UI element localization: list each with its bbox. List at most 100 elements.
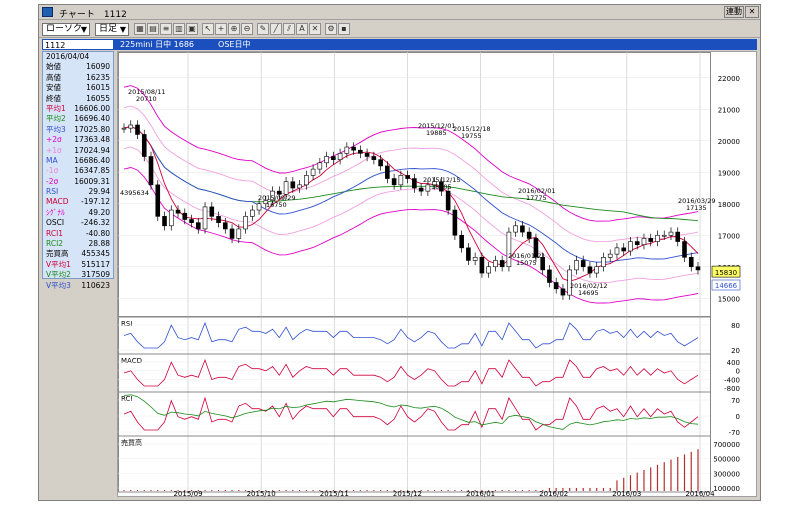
info-key: 売買高: [46, 249, 69, 259]
low-price-label: 14666: [715, 282, 738, 290]
candle-body: [162, 216, 167, 227]
candle-body: [290, 181, 296, 189]
annotation-value: 17775: [526, 194, 547, 202]
x-tick-label: 2015/11: [320, 490, 349, 498]
candle-body: [391, 178, 397, 186]
annotation-value: 20710: [136, 95, 157, 103]
info-row: +1σ 17024.94: [43, 146, 113, 156]
band-upper-1: [123, 105, 699, 243]
chart-type-select[interactable]: ローソク ▼: [42, 23, 90, 36]
channel-icon[interactable]: ⫽: [283, 23, 295, 35]
candle-body: [148, 156, 154, 186]
info-row: 平均1 16606.00: [43, 104, 113, 114]
trendline-icon[interactable]: ╱: [270, 23, 282, 35]
candle-body: [337, 153, 343, 160]
annotation-value: 19755: [461, 132, 482, 140]
left-marker: 4395634: [120, 189, 149, 197]
info-value: 49.20: [88, 207, 110, 217]
info-key: RSI: [46, 187, 59, 197]
table-icon[interactable]: ▤: [147, 23, 159, 35]
cursor-icon[interactable]: ↖: [202, 23, 214, 35]
save-icon[interactable]: ▪: [338, 23, 350, 35]
rsi-panel-label: RSI: [121, 320, 132, 328]
list-icon[interactable]: ≡: [160, 23, 172, 35]
candle-body: [499, 260, 505, 268]
toolbar: ローソク ▼ 日足 ▼ ▦ ▤ ≡ ▥ ▣ ↖ + ⊕ ⊖ ✎ ╱ ⫽ A ✕ …: [39, 21, 760, 38]
volume-tick-label: 500000: [713, 456, 740, 464]
info-row: ｼｸﾞﾅﾙ 49.20: [43, 208, 113, 218]
info-key: 平均3: [46, 124, 66, 134]
info-date: 2016/04/04: [46, 52, 90, 61]
info-value: 16606.00: [74, 103, 110, 113]
link-button[interactable]: 連動: [724, 6, 744, 18]
zoom-out-icon[interactable]: ⊖: [241, 23, 253, 35]
candle-body: [175, 209, 181, 214]
info-row: MACD -197.12: [43, 197, 113, 207]
candle-body: [688, 257, 694, 268]
crosshair-icon[interactable]: +: [215, 23, 227, 35]
candle-body: [229, 228, 235, 239]
info-key: MA: [46, 155, 58, 165]
x-tick-label: 2015/09: [173, 490, 202, 498]
annotation-value: 16750: [266, 201, 287, 209]
volume-panel-label: 売買高: [121, 438, 142, 447]
candle-body: [317, 162, 323, 170]
code-input[interactable]: 1112: [42, 39, 114, 50]
info-value: -197.12: [81, 197, 110, 207]
candle-body: [283, 181, 289, 195]
candle-body: [378, 159, 383, 167]
info-value: 29.94: [88, 187, 110, 197]
candle-body: [243, 216, 248, 230]
text-icon[interactable]: A: [296, 23, 308, 35]
info-key: OSCI: [46, 218, 65, 228]
info-key: 平均2: [46, 114, 66, 124]
candle-body: [607, 253, 613, 258]
settings-icon[interactable]: ⚙: [325, 23, 337, 35]
candle-body: [466, 247, 471, 261]
candle-body: [195, 222, 201, 230]
candle-body: [256, 203, 262, 211]
price-tick-label: 22000: [718, 75, 740, 83]
info-key: RCI1: [46, 228, 64, 238]
candle-body: [209, 206, 215, 217]
price-tick-label: 21000: [718, 106, 740, 114]
candle-body: [614, 247, 620, 255]
candle-body: [648, 238, 654, 242]
title-bar: チャート 1112 連動 ✕: [39, 5, 760, 20]
close-button[interactable]: ✕: [745, 6, 759, 18]
period-select[interactable]: 日足 ▼: [95, 23, 129, 36]
zoom-in-icon[interactable]: ⊕: [228, 23, 240, 35]
eraser-icon[interactable]: ✕: [309, 23, 321, 35]
candle-body: [682, 241, 687, 258]
x-tick-label: 2015/10: [247, 490, 276, 498]
pen-icon[interactable]: ✎: [257, 23, 269, 35]
info-row: RCI1 -40.80: [43, 229, 113, 239]
layout-icon[interactable]: ▥: [173, 23, 185, 35]
x-tick-label: 2016/04: [685, 490, 715, 498]
chart-svg[interactable]: 2200021000200001900018000170001600015000…: [118, 52, 758, 498]
candle-body: [182, 212, 188, 220]
info-row: MA 16686.40: [43, 156, 113, 166]
price-tick-label: 15000: [718, 295, 740, 303]
candle-body: [250, 209, 255, 217]
candle-body: [304, 175, 309, 186]
rci-panel-label: RCI: [121, 395, 132, 403]
annotation-value: 14695: [578, 289, 599, 297]
info-row: V平均2 317509: [43, 270, 113, 280]
candle-body: [351, 146, 356, 151]
candle-body: [202, 206, 208, 230]
chart-window: チャート 1112 連動 ✕ ローソク ▼ 日足 ▼ ▦ ▤ ≡ ▥ ▣ ↖ +…: [38, 4, 761, 501]
macd-tick-label: -800: [724, 385, 740, 393]
annotation-value: 19885: [426, 129, 447, 137]
price-info-panel: 2016/04/04 始値 16090 高値 16235 安値 16015 終値 16055 平…: [42, 51, 114, 290]
candle-body: [580, 260, 586, 268]
candle-body: [358, 149, 363, 154]
current-price-label: 15830: [715, 269, 737, 277]
info-value: -40.80: [85, 228, 110, 238]
volume-tick-label: 100000: [713, 485, 740, 493]
info-value: 16055: [86, 93, 110, 103]
window-icon[interactable]: ▣: [186, 23, 198, 35]
grid-icon[interactable]: ▦: [134, 23, 146, 35]
chart-area[interactable]: 2200021000200001900018000170001600015000…: [117, 51, 758, 498]
candle-body: [621, 247, 627, 252]
